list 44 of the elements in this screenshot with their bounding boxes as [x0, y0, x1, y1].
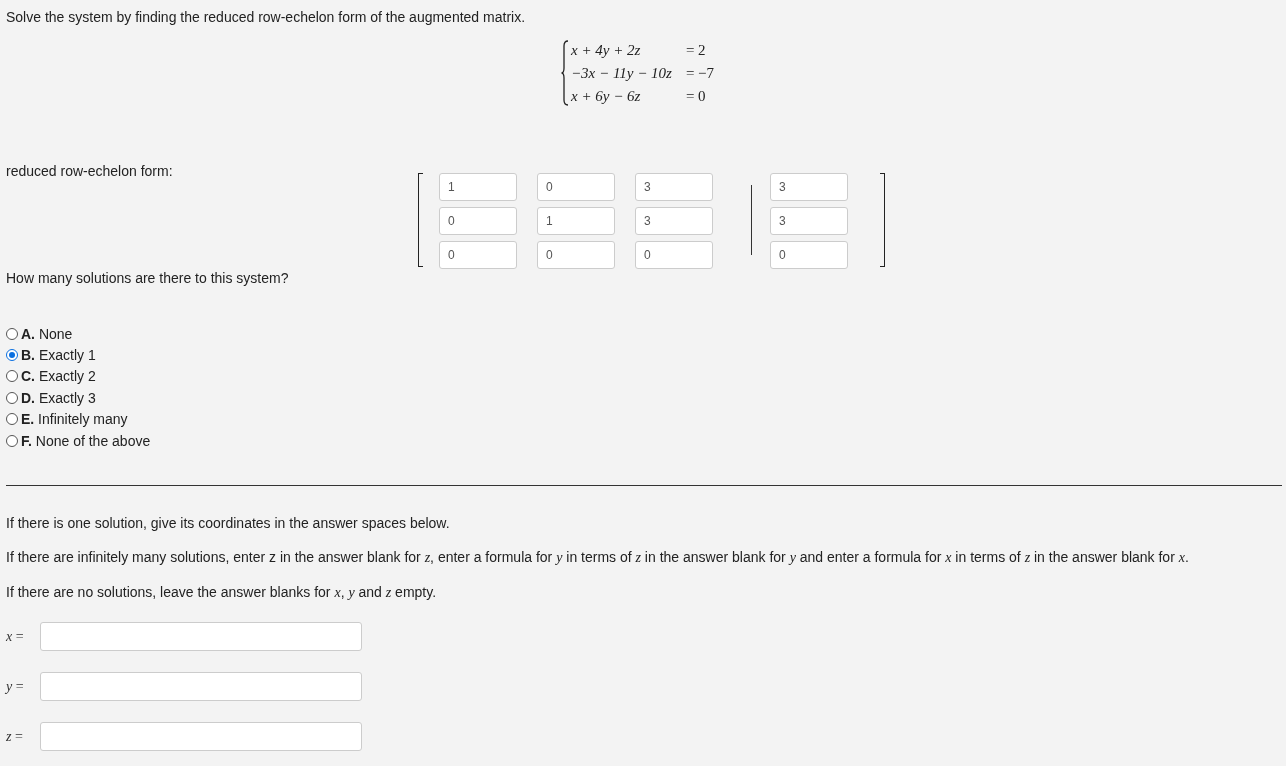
- radio-button[interactable]: [6, 391, 18, 404]
- radio-button[interactable]: [6, 413, 18, 426]
- answer-input-field[interactable]: [40, 622, 362, 652]
- matrix-input-field[interactable]: 0: [439, 207, 517, 235]
- equation-left-side: x + 6y − 6z: [571, 87, 642, 106]
- matrix-input-field[interactable]: 0: [537, 241, 615, 269]
- equation-left-side: x + 4y + 2z: [571, 41, 642, 60]
- option-label[interactable]: F. None of the above: [21, 432, 151, 449]
- equation-right-side: = 0: [685, 87, 707, 106]
- variable-label: y =: [6, 678, 25, 695]
- answer-input-field[interactable]: [40, 672, 362, 702]
- radio-button[interactable]: [6, 349, 18, 362]
- variable-label: z =: [6, 728, 24, 745]
- matrix-input-field[interactable]: 3: [635, 207, 713, 235]
- matrix-input-field[interactable]: 1: [439, 173, 517, 201]
- matrix-input-field[interactable]: 3: [635, 173, 713, 201]
- matrix-input-field[interactable]: 0: [439, 241, 517, 269]
- rref-label: reduced row-echelon form:: [6, 162, 174, 181]
- equation-right-side: = 2: [685, 41, 707, 60]
- augment-divider: [751, 185, 752, 255]
- radio-button[interactable]: [6, 327, 18, 340]
- option-label[interactable]: E. Infinitely many: [21, 411, 128, 428]
- radio-button[interactable]: [6, 434, 18, 447]
- question-text: How many solutions are there to this system?: [6, 269, 290, 287]
- instruction-paragraph: If there are infinitely many solutions, enter z in the answer blank for z, enter a formula for y in terms of z in the answer blank for y and enter a formula for x in terms of z in the answer blank for x.: [6, 548, 1190, 568]
- variable-label: x =: [6, 628, 25, 645]
- curly-brace-icon: [561, 40, 569, 106]
- equation-right-side: = −7: [685, 64, 715, 83]
- option-label[interactable]: C. Exactly 2: [21, 368, 96, 385]
- equation-left-side: −3x − 11y − 10z: [571, 64, 672, 83]
- instruction-paragraph: If there is one solution, give its coordinates in the answer spaces below.: [6, 514, 451, 533]
- matrix-input-field[interactable]: 3: [770, 173, 848, 201]
- matrix-input-field[interactable]: 0: [537, 173, 615, 201]
- matrix-input-field[interactable]: 3: [770, 207, 848, 235]
- instruction-text: Solve the system by finding the reduced row-echelon form of the augmented matrix.: [6, 8, 527, 26]
- instruction-paragraph: If there are no solutions, leave the answer blanks for x, y and z empty.: [6, 583, 438, 603]
- answer-input-field[interactable]: [40, 722, 362, 752]
- radio-button[interactable]: [6, 370, 18, 383]
- matrix-input-field[interactable]: 1: [537, 207, 615, 235]
- option-label[interactable]: D. Exactly 3: [21, 389, 96, 406]
- matrix-input-field[interactable]: 0: [770, 241, 848, 269]
- option-label[interactable]: A. None: [21, 325, 73, 342]
- matrix-input-field[interactable]: 0: [635, 241, 713, 269]
- option-label[interactable]: B. Exactly 1: [21, 347, 96, 364]
